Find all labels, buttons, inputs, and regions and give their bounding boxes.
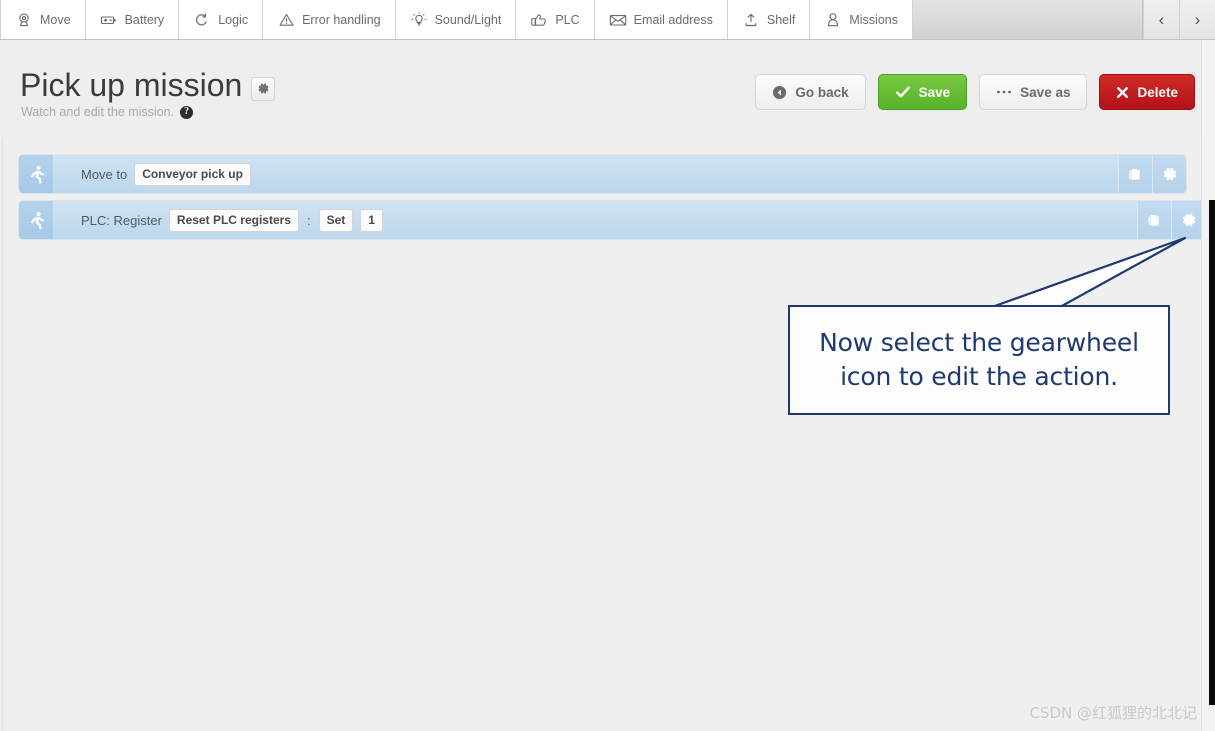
tab-label: Shelf <box>766 12 796 27</box>
row-action-buttons <box>1118 155 1186 193</box>
envelope-icon <box>609 11 627 29</box>
tab-logic[interactable]: Logic <box>179 0 264 39</box>
warning-triangle-icon <box>277 11 295 29</box>
running-person-icon[interactable] <box>19 201 53 239</box>
page-subtitle: Watch and edit the mission. ? <box>21 105 194 119</box>
row-action-buttons <box>1137 201 1205 239</box>
map-pin-icon <box>15 11 33 29</box>
button-label: Save <box>918 84 951 100</box>
check-icon <box>895 85 911 99</box>
action-label: PLC: Register <box>81 212 162 228</box>
tab-label: Logic <box>218 12 249 27</box>
watermark: CSDN @红狐狸的北北记 <box>1029 704 1197 722</box>
mission-editor-panel: Move to Conveyor pick up PLC: Register R… <box>2 138 1207 731</box>
tab-sound-light[interactable]: Sound/Light <box>395 0 517 39</box>
page-header: Pick up mission Watch and edit the missi… <box>0 40 1215 138</box>
duplicate-icon[interactable] <box>1118 155 1152 193</box>
callout-text: Now select the gearwheel icon to edit th… <box>819 326 1139 395</box>
tab-label: Missions <box>849 12 898 27</box>
action-operation-set[interactable]: Set <box>318 208 354 232</box>
tab-scroll-prev-button[interactable]: ‹ <box>1143 0 1179 39</box>
cross-icon <box>1116 86 1129 99</box>
action-row-body: PLC: Register Reset PLC registers : Set … <box>53 201 1137 239</box>
action-value-conveyor-pick-up[interactable]: Conveyor pick up <box>134 162 251 186</box>
tab-shelf[interactable]: Shelf <box>727 0 811 39</box>
lightbulb-icon <box>410 11 428 29</box>
battery-icon <box>100 11 118 29</box>
tab-strip-filler <box>912 0 1143 39</box>
tab-label: Error handling <box>302 12 381 27</box>
action-value-reset-plc-registers[interactable]: Reset PLC registers <box>168 208 299 232</box>
tab-label: PLC <box>555 12 580 27</box>
gear-icon[interactable] <box>251 76 276 101</box>
table-row[interactable]: PLC: Register Reset PLC registers : Set … <box>19 201 1205 239</box>
help-icon[interactable]: ? <box>180 105 194 119</box>
chevron-left-icon: ‹ <box>1158 9 1165 29</box>
scrollbar-thumb[interactable] <box>1209 200 1215 705</box>
tab-move[interactable]: Move <box>0 0 86 39</box>
running-person-icon[interactable] <box>19 155 53 193</box>
tab-label: Sound/Light <box>434 12 502 27</box>
callout-line-1: Now select the gearwheel <box>819 327 1139 357</box>
callout-line-2: icon to edit the action. <box>840 362 1118 391</box>
person-icon <box>824 11 842 29</box>
loop-arrow-icon <box>193 11 211 29</box>
vertical-scrollbar[interactable] <box>1201 40 1215 731</box>
page-title: Pick up mission <box>20 67 276 104</box>
header-action-buttons: Go back Save Save as Delete <box>755 74 1195 110</box>
toolbar-tab-strip: Move Battery Logic Error handling Sound/… <box>0 0 1215 40</box>
button-label: Go back <box>795 84 849 100</box>
tab-scroll-next-button[interactable]: › <box>1179 0 1215 39</box>
callout-bubble: Now select the gearwheel icon to edit th… <box>788 305 1170 415</box>
tab-label: Battery <box>124 12 165 27</box>
action-separator: : <box>306 212 311 228</box>
tab-plc[interactable]: PLC <box>516 0 595 39</box>
action-number-value[interactable]: 1 <box>360 208 383 232</box>
thumbs-up-icon <box>530 11 548 29</box>
chevron-right-icon: › <box>1194 9 1201 29</box>
tab-email-address[interactable]: Email address <box>594 0 728 39</box>
duplicate-icon[interactable] <box>1137 201 1171 239</box>
tab-label: Move <box>40 12 71 27</box>
gear-icon[interactable] <box>1171 201 1205 239</box>
save-as-button[interactable]: Save as <box>979 74 1088 110</box>
save-button[interactable]: Save <box>877 74 968 110</box>
tab-battery[interactable]: Battery <box>85 0 180 39</box>
page-title-text: Pick up mission <box>20 67 243 103</box>
page-subtitle-text: Watch and edit the mission. <box>21 105 175 119</box>
button-label: Save as <box>1020 84 1071 100</box>
action-label: Move to <box>81 166 128 182</box>
gear-icon[interactable] <box>1152 155 1186 193</box>
table-row[interactable]: Move to Conveyor pick up <box>19 155 1186 193</box>
tab-error-handling[interactable]: Error handling <box>263 0 396 39</box>
back-arrow-icon <box>772 85 787 100</box>
button-label: Delete <box>1137 84 1178 100</box>
delete-button[interactable]: Delete <box>1099 74 1195 110</box>
action-row-body: Move to Conveyor pick up <box>53 155 1118 193</box>
ellipsis-icon <box>996 89 1012 95</box>
upload-icon <box>742 11 760 29</box>
tab-label: Email address <box>633 12 713 27</box>
tab-missions[interactable]: Missions <box>810 0 913 39</box>
go-back-button[interactable]: Go back <box>755 74 866 110</box>
